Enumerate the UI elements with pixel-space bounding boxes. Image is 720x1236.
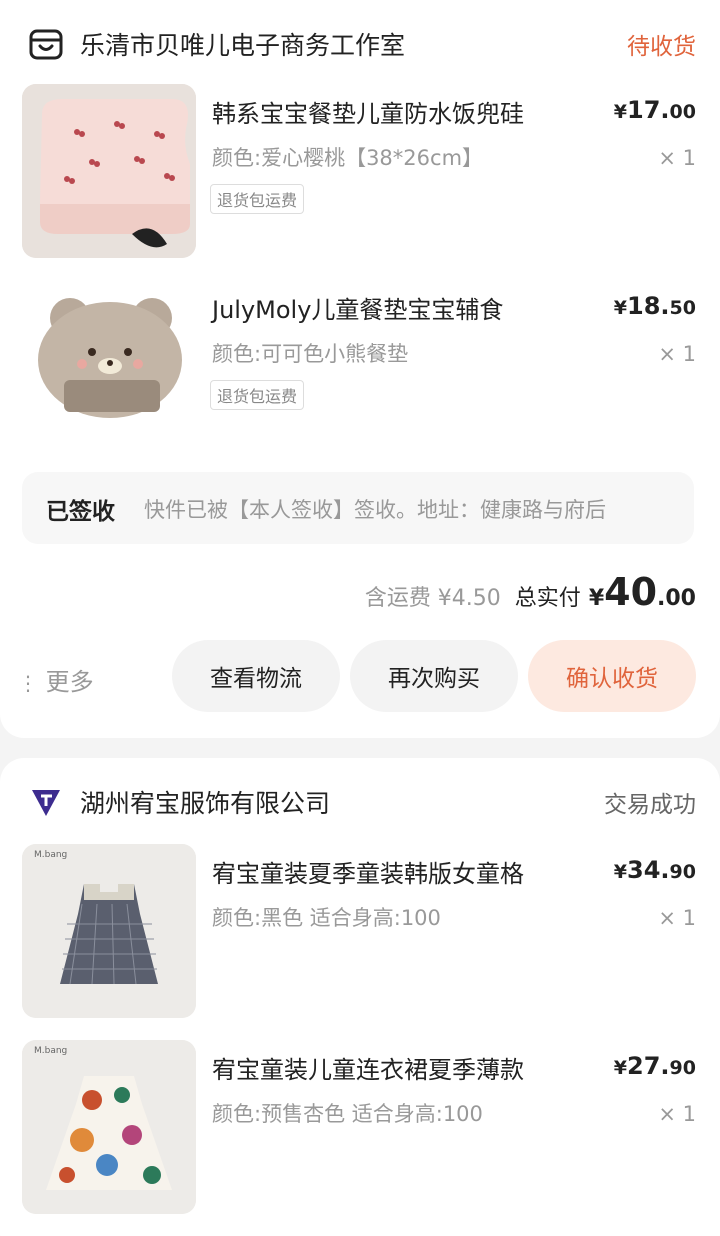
product-variant: 颜色:可可色小熊餐垫 xyxy=(212,342,409,366)
product-price: ¥18.50 xyxy=(613,292,696,320)
buy-again-button[interactable]: 再次购买 xyxy=(350,640,518,712)
shop-name[interactable]: 乐清市贝唯儿电子商务工作室 xyxy=(80,26,405,62)
product-thumbnail[interactable]: M.bang xyxy=(22,844,196,1018)
product-thumbnail[interactable] xyxy=(22,84,196,258)
order-item[interactable]: JulyMoly儿童餐垫宝宝辅食 颜色:可可色小熊餐垫 退货包运费 ¥18.50… xyxy=(0,280,720,456)
product-thumbnail[interactable] xyxy=(22,280,196,454)
more-dots-icon: ⋮ xyxy=(18,671,38,695)
product-title[interactable]: 宥宝童装儿童连衣裙夏季薄款 xyxy=(212,1050,524,1085)
return-shipping-tag: 退货包运费 xyxy=(210,184,305,214)
product-price: ¥17.00 xyxy=(613,96,696,124)
tracking-summary[interactable]: 已签收 快件已被【本人签收】签收。地址：健康路与府后 xyxy=(22,472,694,544)
shop-header[interactable]: 乐清市贝唯儿电子商务工作室 待收货 xyxy=(0,24,720,64)
order-total: 含运费 ¥4.50 总实付 ¥40.00 xyxy=(365,570,696,614)
bear-mat-image xyxy=(22,280,196,454)
shop-bag-icon xyxy=(29,29,63,60)
product-thumbnail[interactable]: M.bang xyxy=(22,1040,196,1214)
product-variant: 颜色:预售杏色 适合身高:100 xyxy=(212,1102,483,1126)
return-shipping-tag: 退货包运费 xyxy=(210,380,305,410)
thumb-brand-label: M.bang xyxy=(34,1046,68,1056)
tracking-status: 已签收 xyxy=(46,499,115,525)
product-title[interactable]: JulyMoly儿童餐垫宝宝辅食 xyxy=(212,290,503,325)
more-button[interactable]: ⋮ 更多 xyxy=(18,662,94,697)
cherry-mat-image xyxy=(22,84,196,258)
product-title[interactable]: 宥宝童装夏季童装韩版女童格 xyxy=(212,854,524,889)
shop-name[interactable]: 湖州宥宝服饰有限公司 xyxy=(80,784,330,820)
brand-logo-icon xyxy=(32,790,60,816)
order-item[interactable]: 韩系宝宝餐垫儿童防水饭兜硅 颜色:爱心樱桃【38*26cm】 退货包运费 ¥17… xyxy=(0,84,720,260)
order-item[interactable]: M.bang 宥宝童装儿童连衣裙夏季薄款 颜色:预售杏色 适合身高:100 ¥2… xyxy=(0,1040,720,1216)
product-quantity: × 1 xyxy=(658,906,696,930)
thumb-brand-label: M.bang xyxy=(34,850,68,860)
gingham-dress-image xyxy=(22,844,196,1018)
product-price: ¥27.90 xyxy=(613,1052,696,1080)
confirm-receipt-button[interactable]: 确认收货 xyxy=(528,640,696,712)
product-title[interactable]: 韩系宝宝餐垫儿童防水饭兜硅 xyxy=(212,94,524,129)
view-logistics-button[interactable]: 查看物流 xyxy=(172,640,340,712)
product-price: ¥34.90 xyxy=(613,856,696,884)
order-item[interactable]: M.bang 宥宝童装夏季童装韩版女童格 颜色:黑色 适合身高:100 ¥34.… xyxy=(0,844,720,1020)
product-quantity: × 1 xyxy=(658,146,696,170)
total-label: 总实付 xyxy=(514,586,581,611)
order-status: 交易成功 xyxy=(604,792,696,818)
product-quantity: × 1 xyxy=(658,342,696,366)
product-variant: 颜色:爱心樱桃【38*26cm】 xyxy=(212,146,484,170)
total-amount: ¥40.00 xyxy=(588,570,696,614)
order-card-1[interactable]: 乐清市贝唯儿电子商务工作室 待收货 韩系宝宝餐垫儿童防水饭兜硅 颜色:爱心樱桃【… xyxy=(0,0,720,738)
tracking-message: 快件已被【本人签收】签收。地址：健康路与府后 xyxy=(144,498,606,522)
order-status: 待收货 xyxy=(627,34,696,60)
shop-header[interactable]: 湖州宥宝服饰有限公司 交易成功 xyxy=(0,782,720,822)
floral-dress-image xyxy=(22,1040,196,1214)
order-card-2[interactable]: 湖州宥宝服饰有限公司 交易成功 M.bang 宥宝童装夏季童装韩版女童格 颜色:… xyxy=(0,758,720,1236)
product-variant: 颜色:黑色 适合身高:100 xyxy=(212,906,441,930)
product-quantity: × 1 xyxy=(658,1102,696,1126)
shipping-fee: 含运费 ¥4.50 xyxy=(364,586,501,611)
